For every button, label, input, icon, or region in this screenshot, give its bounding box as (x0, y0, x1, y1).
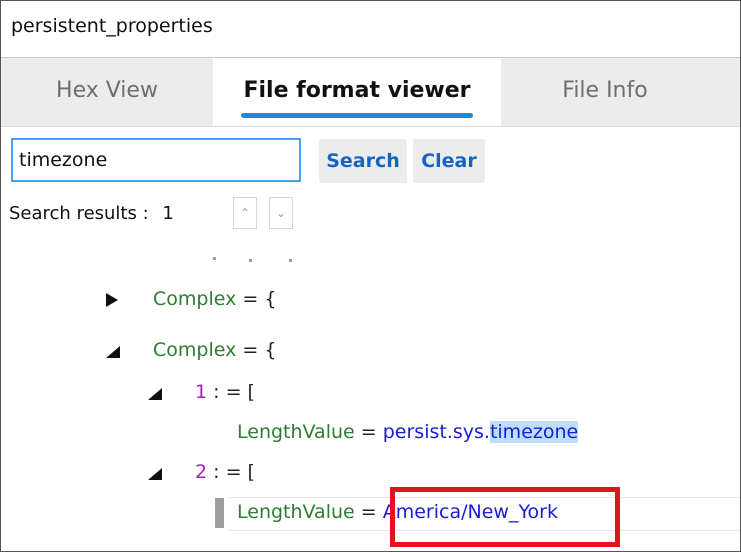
scrolled-content-remnant (201, 257, 301, 262)
tree-node-value: persist.sys.timezone (382, 421, 579, 443)
tree-node-index: 1 (195, 381, 208, 403)
chevron-up-icon: ⌃ (239, 206, 251, 220)
search-input[interactable] (11, 138, 301, 182)
tree-leaf-lengthvalue-1[interactable]: LengthValue = persist.sys.timezone (237, 421, 579, 443)
tab-hex-view[interactable]: Hex View (1, 58, 213, 126)
tree-node-key: Complex (153, 288, 237, 310)
title-bar: persistent_properties (1, 1, 740, 58)
triangle-down-left-icon[interactable] (105, 345, 121, 359)
tab-file-format-viewer[interactable]: File format viewer (213, 58, 501, 126)
tree-node-op: = { (242, 339, 277, 361)
tree-node-op: : = [ (213, 381, 255, 403)
tab-label: File format viewer (243, 78, 471, 103)
tab-file-info[interactable]: File Info (501, 58, 709, 126)
search-button[interactable]: Search (319, 139, 407, 183)
search-results-count: 1 (162, 203, 174, 224)
tree-node-op: : = [ (213, 461, 255, 483)
tree-node-op: = { (242, 288, 277, 310)
search-results-label: Search results : 1 (9, 203, 174, 224)
app-window: persistent_properties Hex View File form… (0, 0, 741, 552)
prev-result-button[interactable]: ⌃ (233, 197, 257, 229)
tree-node-op: = (360, 421, 377, 443)
chevron-down-icon: ⌄ (275, 206, 287, 220)
clear-button[interactable]: Clear (413, 139, 485, 183)
window-title: persistent_properties (11, 15, 213, 37)
tree-node-op: = (360, 501, 377, 523)
triangle-right-icon[interactable] (105, 292, 119, 308)
triangle-down-left-icon[interactable] (147, 467, 163, 481)
tree-node-index: 2 (195, 461, 208, 483)
next-result-button[interactable]: ⌄ (269, 197, 293, 229)
triangle-down-left-icon[interactable] (147, 387, 163, 401)
search-match-highlight: timezone (489, 421, 579, 443)
tab-label: Hex View (56, 78, 158, 103)
tab-bar: Hex View File format viewer File Info (1, 58, 740, 127)
tree-node-key: LengthValue (237, 421, 355, 443)
annotation-highlight-box (390, 487, 620, 547)
tab-label: File Info (562, 78, 648, 103)
active-tab-indicator (241, 113, 473, 118)
selection-marker (215, 498, 224, 528)
tree-node-key: Complex (153, 339, 237, 361)
tree-node-key: LengthValue (237, 501, 355, 523)
